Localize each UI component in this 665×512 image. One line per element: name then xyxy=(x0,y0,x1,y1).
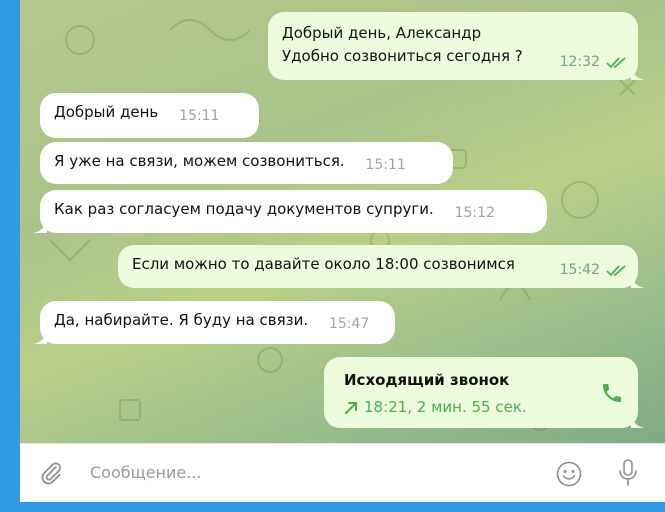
message-time: 15:11 xyxy=(365,157,406,173)
outgoing-call-message[interactable]: Исходящий звонок 18:21, 2 мин. 55 сек. xyxy=(324,357,645,428)
message-input[interactable]: Сообщение... xyxy=(90,463,202,482)
outgoing-arrow-icon xyxy=(345,401,357,414)
message-time: 15:12 xyxy=(454,205,495,221)
double-check-icon xyxy=(606,264,626,276)
message-outgoing[interactable]: Если можно то давайте около 18:00 созвон… xyxy=(118,245,645,288)
message-time: 15:47 xyxy=(328,316,370,332)
bubble-tail xyxy=(33,330,47,344)
bubble-tail xyxy=(33,219,47,233)
message-incoming[interactable]: Я уже на связи, можем созвониться. 15:11 xyxy=(40,142,453,184)
window-frame xyxy=(0,502,665,512)
message-text-line: Добрый день, Александр xyxy=(282,24,482,42)
message-text: Добрый день xyxy=(54,103,159,121)
bubble-tail xyxy=(631,274,645,288)
message-text: Я уже на связи, можем созвониться. xyxy=(54,152,345,170)
call-title: Исходящий звонок xyxy=(344,371,510,389)
message-incoming[interactable]: Добрый день 15:11 xyxy=(40,93,259,138)
double-check-icon xyxy=(606,56,626,68)
message-text: Если можно то давайте около 18:00 созвон… xyxy=(132,255,515,273)
message-time: 15:11 xyxy=(179,108,220,124)
paperclip-icon[interactable] xyxy=(38,460,64,486)
message-time: 12:32 xyxy=(559,54,600,70)
message-incoming[interactable]: Как раз согласуем подачу документов супр… xyxy=(33,190,547,233)
bubble-tail xyxy=(631,66,645,80)
message-text: Как раз согласуем подачу документов супр… xyxy=(54,200,434,218)
message-text: Да, набирайте. Я буду на связи. xyxy=(54,311,309,329)
message-composer: Сообщение... xyxy=(20,443,665,503)
message-time: 15:42 xyxy=(559,262,600,278)
call-details: 18:21, 2 мин. 55 сек. xyxy=(364,398,527,416)
microphone-icon[interactable] xyxy=(616,458,640,488)
message-outgoing[interactable]: Добрый день, Александр Удобно созвонитьс… xyxy=(268,12,645,80)
emoji-icon[interactable] xyxy=(555,460,583,488)
chat-area: Добрый день, Александр Удобно созвонитьс… xyxy=(20,0,665,443)
bubble-tail xyxy=(631,414,645,428)
phone-icon[interactable] xyxy=(600,381,624,405)
message-incoming[interactable]: Да, набирайте. Я буду на связи. 15:47 xyxy=(33,301,395,344)
